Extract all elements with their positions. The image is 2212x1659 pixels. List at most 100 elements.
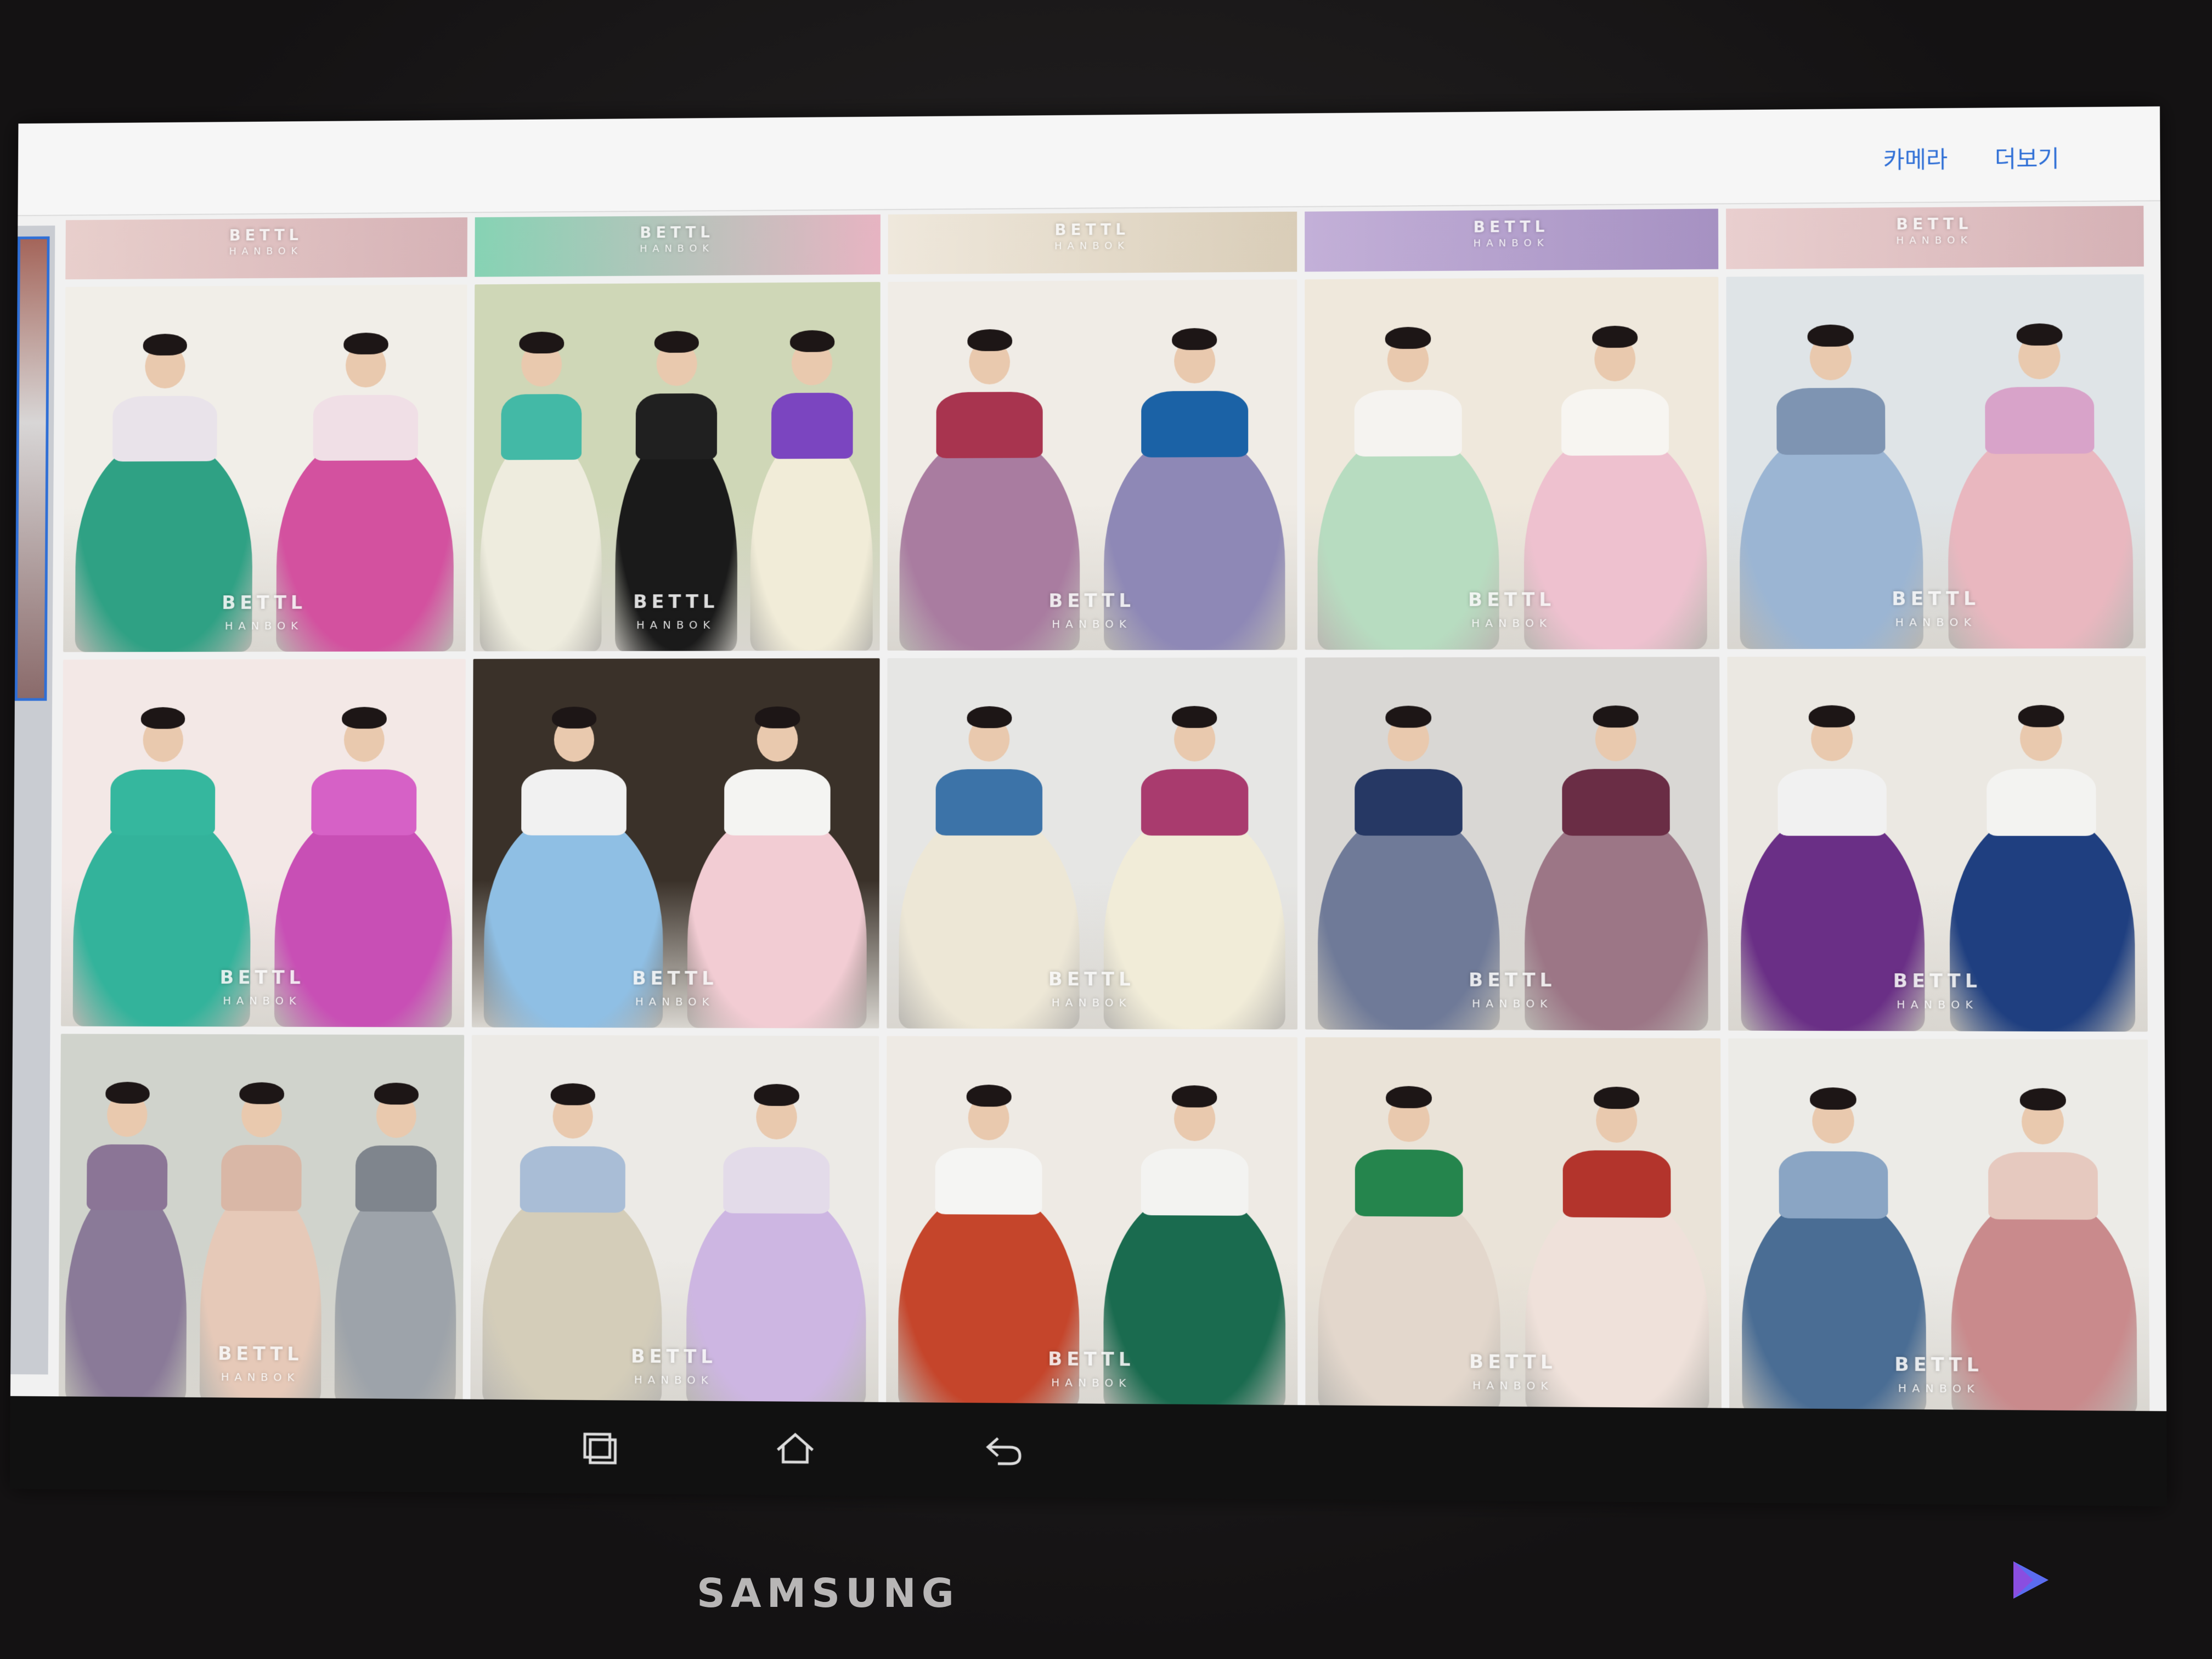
hair [1810, 1087, 1857, 1110]
jeogori-top [355, 1145, 437, 1212]
hair [1593, 1086, 1640, 1109]
hair [967, 329, 1012, 352]
photo-grid: BETTL HANBOK BETTL HANBOK BETTL HANBOK BETTL HA… [58, 206, 2150, 1417]
hair [2016, 323, 2063, 346]
photo-tile[interactable]: BETTL HANBOK [1727, 656, 2148, 1032]
jeogori-top [1355, 1149, 1463, 1217]
photo-tile[interactable]: BETTL HANBOK [473, 281, 881, 652]
jeogori-top [723, 1147, 830, 1214]
header-strip-photo[interactable]: BETTL HANBOK [1305, 208, 1719, 272]
hair [550, 1083, 596, 1106]
header-strip-photo[interactable]: BETTL HANBOK [475, 214, 881, 277]
selected-thumbnail[interactable] [14, 236, 50, 701]
watermark-subtext: HANBOK [223, 994, 302, 1007]
photo-tile[interactable]: BETTL HANBOK [885, 1036, 1298, 1411]
photo-tile[interactable]: BETTL HANBOK [63, 284, 467, 652]
jeogori-top [313, 394, 419, 461]
hair [1592, 325, 1638, 348]
hair [342, 707, 387, 729]
jeogori-top [771, 392, 853, 459]
hair [1807, 324, 1854, 347]
watermark-text: BETTL [1468, 969, 1556, 992]
watermark-text: BETTL [229, 226, 303, 245]
hair [1172, 328, 1217, 351]
header-strip-photo[interactable]: BETTL HANBOK [1726, 206, 2144, 269]
jeogori-top [520, 1146, 626, 1214]
jeogori-top [1776, 387, 1886, 455]
hair [1172, 706, 1217, 729]
jeogori-top [1987, 769, 2096, 837]
watermark-text: BETTL [640, 223, 714, 242]
watermark-subtext: HANBOK [1472, 996, 1553, 1011]
recent-apps-button[interactable] [577, 1427, 621, 1466]
photo-tile[interactable]: BETTL HANBOK [1726, 274, 2146, 650]
watermark-subtext: HANBOK [1898, 1381, 1980, 1396]
hair [2019, 1088, 2066, 1111]
watermark-subtext: HANBOK [1895, 615, 1977, 629]
watermark-text: BETTL [219, 967, 305, 989]
device-brand-logo: SAMSUNG [697, 1570, 960, 1616]
jeogori-top [1778, 769, 1887, 837]
watermark-subtext: HANBOK [640, 242, 714, 255]
watermark-subtext: HANBOK [1897, 997, 1979, 1012]
hair [754, 1084, 799, 1107]
photo-tile[interactable]: BETTL HANBOK [470, 1035, 879, 1408]
hair [1385, 706, 1431, 728]
jeogori-top [1354, 390, 1462, 457]
watermark-text: BETTL [630, 1345, 717, 1368]
photo-tile[interactable]: BETTL HANBOK [1305, 657, 1721, 1031]
header-strip-photo[interactable]: BETTL HANBOK [65, 217, 467, 280]
watermark-subtext: HANBOK [1471, 616, 1553, 630]
watermark-text: BETTL [1473, 217, 1549, 236]
watermark-subtext: HANBOK [229, 245, 303, 258]
watermark-text: BETTL [1893, 970, 1982, 992]
hair [1386, 1086, 1432, 1109]
home-icon [777, 1432, 814, 1464]
watermark-text: BETTL [217, 1342, 303, 1365]
jeogori-top [112, 396, 217, 462]
watermark-subtext: HANBOK [1054, 240, 1130, 252]
home-button[interactable] [774, 1429, 817, 1468]
jeogori-top [1561, 388, 1669, 456]
watermark-text: BETTL [1048, 968, 1135, 991]
photo-tile[interactable]: BETTL HANBOK [1728, 1038, 2150, 1417]
jeogori-top [1562, 1150, 1671, 1218]
jeogori-top [724, 769, 831, 836]
jeogori-top [521, 769, 627, 836]
hair [519, 331, 565, 354]
photo-tile[interactable]: BETTL HANBOK [1305, 1037, 1722, 1414]
photo-tile[interactable]: BETTL HANBOK [61, 659, 466, 1028]
photo-tile[interactable]: BETTL HANBOK [886, 657, 1298, 1030]
play-store-icon [2008, 1558, 2052, 1602]
hair [1385, 326, 1431, 349]
camera-button[interactable]: 카메라 [1883, 141, 1948, 175]
tablet-screen: 카메라 더보기 BETTL HANBOK BETTL HANBOK BETTL HANBO… [9, 106, 2167, 1506]
photo-tile[interactable]: BETTL HANBOK [58, 1034, 464, 1405]
hair [755, 706, 800, 729]
photo-tile[interactable]: BETTL HANBOK [1305, 276, 1720, 650]
gallery-top-bar: 카메라 더보기 [18, 106, 2160, 216]
jeogori-top [1141, 1148, 1249, 1216]
watermark-subtext: HANBOK [1472, 1378, 1554, 1393]
watermark-text: BETTL [1468, 589, 1556, 611]
navigation-bar [9, 1396, 2167, 1506]
watermark-text: BETTL [631, 967, 718, 990]
jeogori-top [500, 393, 582, 460]
hair [239, 1082, 284, 1105]
watermark-subtext: HANBOK [635, 995, 715, 1008]
watermark-text: BETTL [1048, 590, 1136, 612]
watermark-subtext: HANBOK [636, 618, 716, 631]
header-strip-photo[interactable]: BETTL HANBOK [888, 211, 1297, 274]
photo-tile[interactable]: BETTL HANBOK [887, 279, 1297, 651]
hair [1593, 705, 1639, 728]
jeogori-top [935, 1147, 1042, 1215]
back-button[interactable] [981, 1430, 1025, 1469]
hair [2018, 704, 2064, 727]
hair [966, 1084, 1012, 1107]
jeogori-top [935, 769, 1043, 836]
more-button[interactable]: 더보기 [1995, 140, 2059, 174]
jeogori-top [1988, 1152, 2098, 1220]
photo-tile[interactable]: BETTL HANBOK [471, 658, 880, 1029]
watermark-text: BETTL [1892, 588, 1980, 611]
hair [1171, 1085, 1217, 1108]
